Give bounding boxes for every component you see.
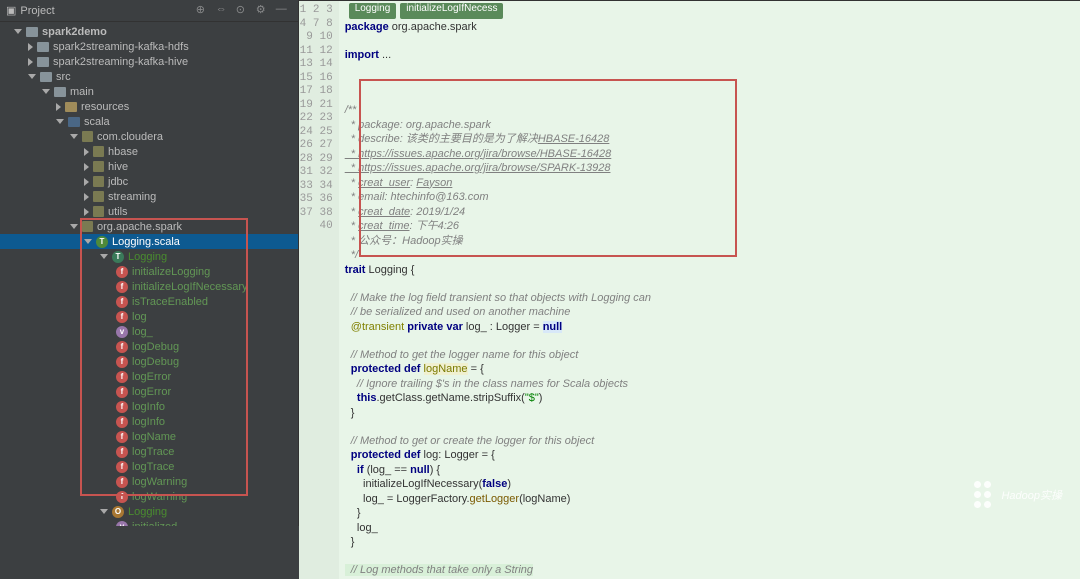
trait-member[interactable]: flogInfo: [0, 399, 298, 414]
trait-member[interactable]: vlog_: [0, 324, 298, 339]
object-member[interactable]: vinitialized: [0, 519, 298, 526]
code-area[interactable]: package org.apache.spark import ... /** …: [339, 1, 1080, 579]
locate-icon[interactable]: ⊙: [236, 3, 252, 19]
crumb-item[interactable]: initializeLogIfNecess: [400, 3, 503, 19]
pkg-child[interactable]: streaming: [0, 189, 298, 204]
trait-member[interactable]: flogError: [0, 384, 298, 399]
trait-member[interactable]: flog: [0, 309, 298, 324]
line-gutter: 1 2 3 4 7 8 9 10 11 12 13 14 15 16 17 18…: [299, 1, 339, 579]
project-tree[interactable]: spark2demo spark2streaming-kafka-hdfs sp…: [0, 22, 298, 526]
panel-title: Project: [20, 5, 191, 17]
folder-icon: ▣: [6, 4, 16, 17]
expand-icon[interactable]: ⇔: [216, 3, 232, 19]
trait-member[interactable]: flogTrace: [0, 444, 298, 459]
project-panel: ▣ Project ⊕ ⇔ ⊙ ⚙ — spark2demo spark2str…: [0, 0, 299, 526]
crumb-item[interactable]: Logging: [349, 3, 397, 19]
logging-object[interactable]: OLogging: [0, 504, 298, 519]
editor-panel: ClouderaSparkOnHBase.scala×internal/Logg…: [299, 0, 1080, 526]
trait-member[interactable]: flogError: [0, 369, 298, 384]
trait-member[interactable]: flogWarning: [0, 474, 298, 489]
breadcrumb: Logging initializeLogIfNecess: [349, 3, 504, 19]
pkg-child[interactable]: hbase: [0, 144, 298, 159]
trait-member[interactable]: finitializeLogIfNecessary: [0, 279, 298, 294]
settings-icon[interactable]: ⚙: [256, 3, 272, 19]
logging-file[interactable]: TLogging.scala: [0, 234, 298, 249]
module-item[interactable]: spark2streaming-kafka-hdfs: [0, 39, 298, 54]
editor[interactable]: Logging initializeLogIfNecess 1 2 3 4 7 …: [299, 1, 1080, 579]
watermark: Hadoop实操: [974, 481, 1062, 508]
scala-folder[interactable]: scala: [0, 114, 298, 129]
pkg-child[interactable]: jdbc: [0, 174, 298, 189]
hide-icon[interactable]: —: [276, 3, 292, 19]
resources-folder[interactable]: resources: [0, 99, 298, 114]
src-folder[interactable]: src: [0, 69, 298, 84]
pkg-child[interactable]: utils: [0, 204, 298, 219]
pkg-spark[interactable]: org.apache.spark: [0, 219, 298, 234]
module-item[interactable]: spark2streaming-kafka-hive: [0, 54, 298, 69]
collapse-icon[interactable]: ⊕: [196, 3, 212, 19]
pkg-child[interactable]: hive: [0, 159, 298, 174]
trait-member[interactable]: flogInfo: [0, 414, 298, 429]
logging-trait[interactable]: TLogging: [0, 249, 298, 264]
main-folder[interactable]: main: [0, 84, 298, 99]
trait-member[interactable]: flogName: [0, 429, 298, 444]
trait-member[interactable]: flogWarning: [0, 489, 298, 504]
trait-member[interactable]: finitializeLogging: [0, 264, 298, 279]
trait-member[interactable]: fisTraceEnabled: [0, 294, 298, 309]
trait-member[interactable]: flogDebug: [0, 339, 298, 354]
trait-member[interactable]: flogDebug: [0, 354, 298, 369]
trait-member[interactable]: flogTrace: [0, 459, 298, 474]
pkg-cloudera[interactable]: com.cloudera: [0, 129, 298, 144]
project-header: ▣ Project ⊕ ⇔ ⊙ ⚙ —: [0, 0, 298, 22]
project-root[interactable]: spark2demo: [0, 24, 298, 39]
